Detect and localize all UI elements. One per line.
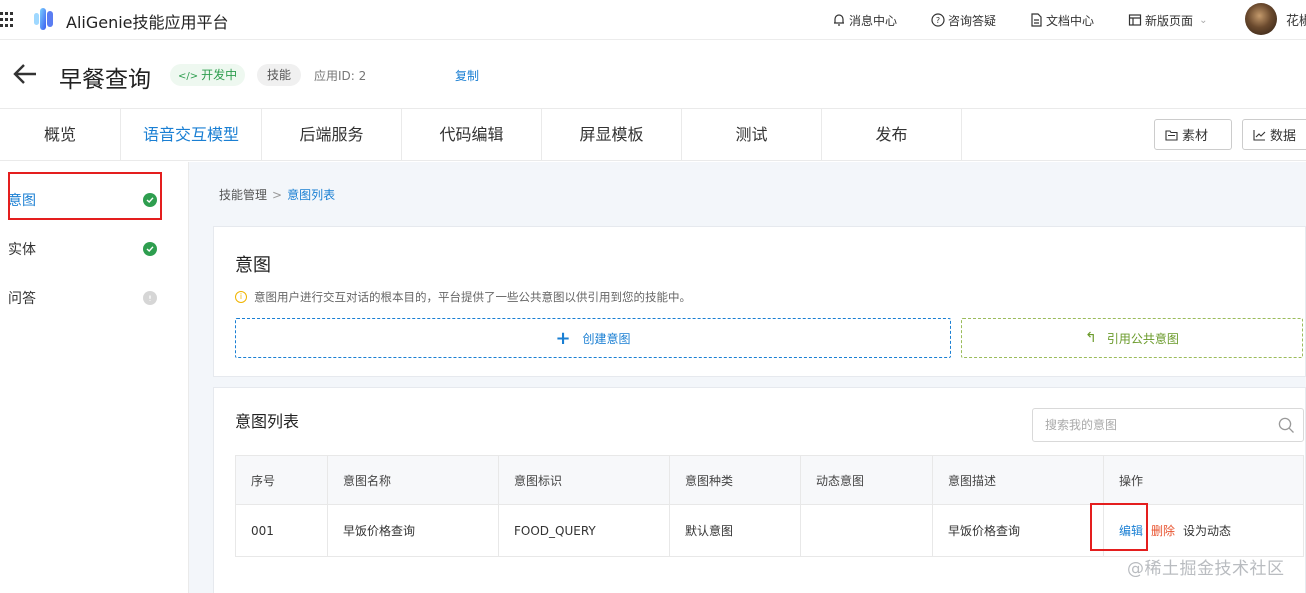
search-input[interactable] (1033, 409, 1268, 441)
create-intent-label: 创建意图 (582, 331, 631, 346)
delete-link[interactable]: 删除 (1151, 524, 1175, 538)
type-badge: 技能 (257, 64, 302, 86)
info-icon: i (235, 291, 247, 303)
annotation-highlight-box (1090, 503, 1148, 551)
top-bar: AliGenie技能应用平台 消息中心 ? 咨询答疑 文档中心 新版页面 ⌄ 花… (0, 0, 1306, 40)
material-button-label: 素材 (1182, 129, 1209, 144)
app-id-label: 应用ID: 2 (314, 69, 367, 83)
tab-publish[interactable]: 发布 (822, 109, 962, 161)
column-header: 动态意图 (800, 455, 933, 505)
reference-public-intent-button[interactable]: ↰ 引用公共意图 (961, 318, 1303, 358)
svg-text:?: ? (936, 16, 940, 25)
pending-circle-icon (143, 291, 157, 305)
sidebar: 意图 实体 问答 (0, 162, 189, 593)
annotation-highlight-box (8, 172, 162, 220)
sidebar-item-qa[interactable]: 问答 (8, 288, 168, 308)
code-icon: </> (178, 71, 199, 82)
column-header: 意图种类 (669, 455, 801, 505)
reference-intent-label: 引用公共意图 (1106, 331, 1179, 346)
search-icon[interactable] (1278, 417, 1295, 434)
breadcrumb: 技能管理 > 意图列表 (219, 186, 335, 203)
card-hint: i 意图用户进行交互对话的根本目的，平台提供了一些公共意图以供引用到您的技能中。 (235, 289, 691, 305)
column-header: 序号 (235, 455, 328, 505)
breadcrumb-separator: > (272, 188, 283, 202)
plus-icon: + (555, 327, 571, 349)
search-box (1032, 408, 1304, 442)
tab-screen-template[interactable]: 屏显模板 (542, 109, 682, 161)
skill-name: 早餐查询 (59, 67, 151, 93)
aligenie-logo-icon (34, 8, 53, 30)
breadcrumb-parent[interactable]: 技能管理 (219, 188, 267, 202)
intent-intro-card: 意图 i 意图用户进行交互对话的根本目的，平台提供了一些公共意图以供引用到您的技… (213, 226, 1306, 377)
apps-grid-icon[interactable] (0, 12, 16, 28)
set-dynamic-link[interactable]: 设为动态 (1183, 524, 1231, 538)
main-tabs: 概览 语音交互模型 后端服务 代码编辑 屏显模板 测试 发布 素材 数据 (0, 108, 1306, 161)
watermark: @稀土掘金技术社区 (1127, 559, 1285, 579)
cell-name: 早饭价格查询 (327, 504, 499, 557)
window-icon (1128, 14, 1142, 26)
column-header: 意图标识 (498, 455, 670, 505)
top-link-docs[interactable]: 文档中心 (1030, 12, 1094, 29)
cell-description: 早饭价格查询 (932, 504, 1104, 557)
sidebar-item-label: 实体 (8, 242, 36, 258)
create-intent-button[interactable]: + 创建意图 (235, 318, 951, 358)
top-link-label: 消息中心 (849, 13, 898, 28)
data-button-label: 数据 (1270, 129, 1297, 144)
folder-icon (1165, 129, 1178, 141)
top-link-label: 文档中心 (1046, 13, 1095, 28)
top-link-messages[interactable]: 消息中心 (832, 12, 897, 29)
sidebar-item-label: 问答 (8, 291, 36, 307)
top-link-label: 新版页面 (1145, 13, 1194, 28)
card-title: 意图 (235, 255, 271, 276)
reference-arrow-icon: ↰ (1085, 330, 1097, 346)
help-circle-icon: ? (931, 13, 945, 27)
column-header: 操作 (1103, 455, 1304, 505)
skill-header: 早餐查询 </> 开发中 技能 应用ID: 2 复制 (0, 41, 1306, 108)
app-title: AliGenie技能应用平台 (66, 13, 229, 32)
cell-kind: 默认意图 (669, 504, 801, 557)
top-links: 消息中心 ? 咨询答疑 文档中心 新版页面 ⌄ (832, 0, 1241, 40)
breadcrumb-current: 意图列表 (287, 188, 336, 202)
cell-dynamic (800, 504, 933, 557)
tab-backend[interactable]: 后端服务 (262, 109, 402, 161)
tab-voice-model[interactable]: 语音交互模型 (121, 109, 262, 161)
status-badge: </> 开发中 (170, 64, 246, 86)
check-circle-icon (143, 242, 157, 256)
sidebar-item-entity[interactable]: 实体 (8, 239, 168, 259)
bell-icon (834, 14, 844, 26)
user-name[interactable]: 花椒 (1286, 10, 1306, 29)
card-hint-text: 意图用户进行交互对话的根本目的，平台提供了一些公共意图以供引用到您的技能中。 (254, 290, 691, 304)
top-link-new-version[interactable]: 新版页面 ⌄ (1128, 12, 1207, 29)
avatar[interactable] (1245, 3, 1277, 35)
top-link-help[interactable]: ? 咨询答疑 (931, 12, 996, 29)
chevron-down-icon: ⌄ (1199, 14, 1208, 26)
cell-identifier: FOOD_QUERY (498, 504, 670, 557)
data-button[interactable]: 数据 (1242, 119, 1306, 150)
tab-code-editor[interactable]: 代码编辑 (402, 109, 542, 161)
list-title: 意图列表 (235, 412, 300, 431)
top-link-label: 咨询答疑 (948, 13, 997, 28)
document-icon (1031, 13, 1042, 27)
line-chart-icon (1253, 129, 1266, 141)
tab-overview[interactable]: 概览 (0, 109, 121, 161)
copy-app-id-link[interactable]: 复制 (455, 67, 479, 84)
column-header: 意图描述 (932, 455, 1104, 505)
back-arrow-icon[interactable] (12, 63, 38, 85)
material-button[interactable]: 素材 (1154, 119, 1232, 150)
status-label: 开发中 (201, 68, 238, 82)
column-header: 意图名称 (327, 455, 499, 505)
cell-index: 001 (235, 504, 328, 557)
tab-test[interactable]: 测试 (682, 109, 822, 161)
table-header-row: 序号 意图名称 意图标识 意图种类 动态意图 意图描述 操作 (235, 455, 1304, 505)
